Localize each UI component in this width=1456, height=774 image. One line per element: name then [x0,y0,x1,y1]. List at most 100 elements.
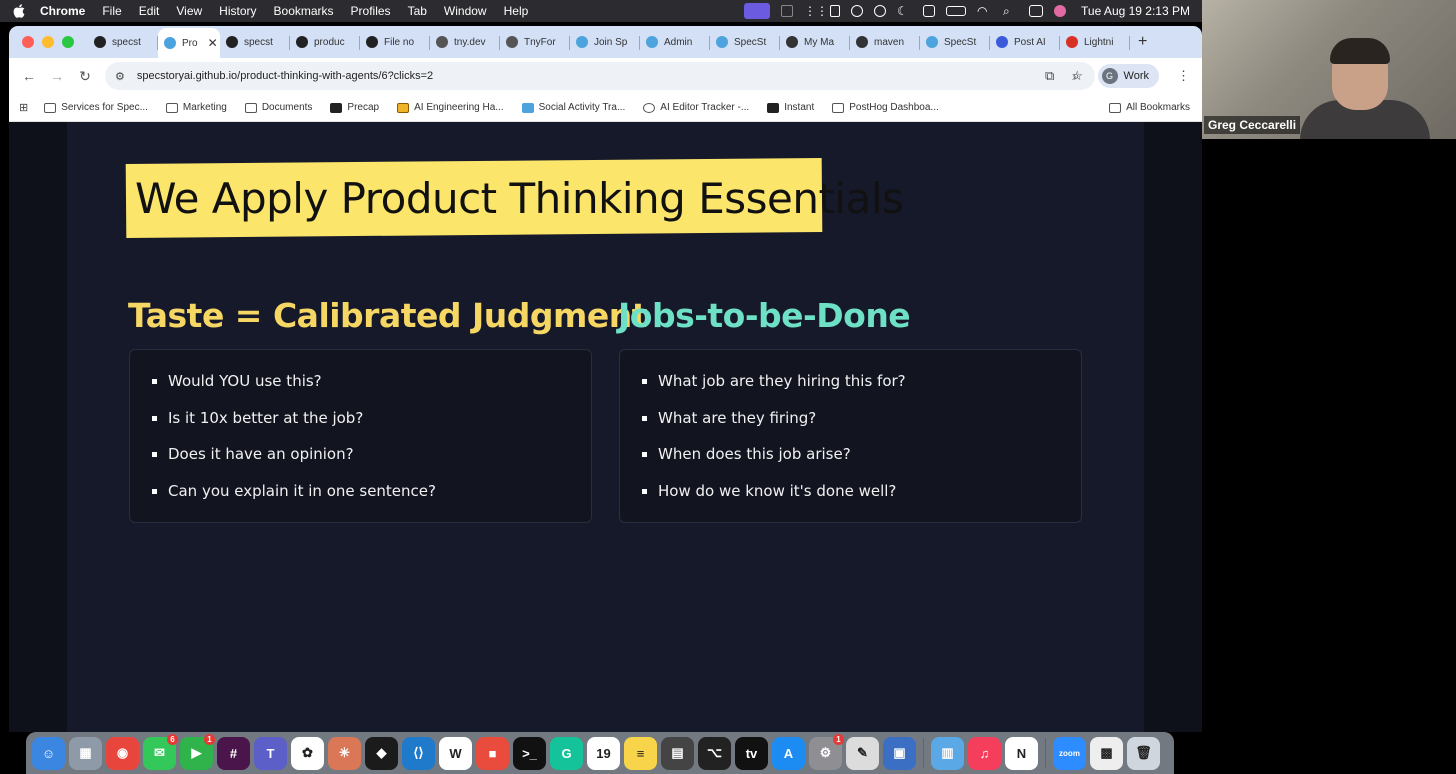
battery-icon[interactable] [946,6,967,16]
bookmark-item[interactable]: Precap [330,102,379,113]
screen-share-icon[interactable] [744,3,771,19]
grammarly-icon[interactable]: G [550,736,583,770]
books-icon[interactable]: ▥ [931,736,964,770]
bookmark-item[interactable]: AI Editor Tracker -... [643,102,749,113]
browser-tab[interactable]: My Ma [780,28,850,56]
browser-tab[interactable]: specst [220,28,290,56]
browser-tab[interactable]: maven [850,28,920,56]
music-icon[interactable]: ♫ [968,736,1001,770]
apple-icon[interactable] [12,4,26,18]
menu-history[interactable]: History [219,4,256,18]
screen-icon[interactable]: ▤ [661,736,694,770]
settings-icon[interactable]: ⚙ 1 [809,733,844,770]
new-tab-button[interactable]: + [1138,33,1147,51]
browser-tab[interactable]: Post AI [990,28,1060,56]
bookmark-item[interactable]: Services for Spec... [44,102,148,113]
extensions-icon[interactable]: ⧉ [1045,68,1054,84]
zoom-icon[interactable]: zoom [1053,736,1086,770]
menu-edit[interactable]: Edit [139,4,160,18]
url-text[interactable]: specstoryai.github.io/product-thinking-w… [137,70,433,82]
trash-icon[interactable]: 🗑 [1127,736,1160,770]
browser-tab[interactable]: File no [360,28,430,56]
tower-icon[interactable]: ⌥ [698,736,731,770]
control-center-icon[interactable] [1029,5,1044,17]
chatgpt-icon[interactable]: ✿ [291,736,324,770]
bookmark-item[interactable]: Social Activity Tra... [521,102,625,113]
forward-button[interactable]: → [43,68,71,84]
document-icon[interactable] [830,5,841,17]
menu-bookmarks[interactable]: Bookmarks [274,4,334,18]
tag-icon[interactable] [923,5,936,17]
bookmark-item[interactable]: Marketing [165,102,227,113]
status-icon[interactable] [781,5,794,17]
openai-icon[interactable] [851,5,864,17]
time-machine-icon[interactable] [874,5,887,17]
wifi-icon[interactable]: ◠ [977,5,992,17]
appletv-icon[interactable]: tv [735,736,768,770]
dock-glyph: T [266,745,275,761]
tab-title: maven [874,36,905,48]
notion-icon[interactable]: N [1005,736,1038,770]
browser-tab[interactable]: SpecSt [710,28,780,56]
menu-app-name[interactable]: Chrome [40,4,85,18]
browser-tab[interactable]: Admin [640,28,710,56]
appstore-icon[interactable]: A [772,736,805,770]
all-bookmarks-button[interactable]: All Bookmarks [1109,102,1190,113]
address-bar[interactable]: ⚙ specstoryai.github.io/product-thinking… [105,62,1095,90]
notes-icon[interactable]: ≡ [624,736,657,770]
bookmark-item[interactable]: Instant [767,102,814,113]
browser-tab[interactable]: Lightni [1060,28,1130,56]
reload-button[interactable]: ↻ [71,68,99,85]
close-window-button[interactable] [22,36,34,48]
windsurf-icon[interactable]: W [439,736,472,770]
browser-tab[interactable]: specst [88,28,158,56]
site-info-icon[interactable]: ⚙ [115,70,125,83]
grid-icon[interactable]: ⋮⋮ [804,5,828,17]
minimize-window-button[interactable] [42,36,54,48]
menu-file[interactable]: File [102,4,121,18]
bookmark-item[interactable]: PostHog Dashboa... [832,102,939,113]
close-tab-icon[interactable]: ✕ [208,36,218,50]
finder-icon[interactable]: ☺ [32,736,65,770]
profile-button[interactable]: G Work [1097,64,1159,88]
vscode-icon[interactable]: ⟨⟩ [402,736,435,770]
browser-tab[interactable]: SpecSt [920,28,990,56]
slack-icon[interactable]: # [217,736,250,770]
claude-icon[interactable]: ✳ [328,736,361,770]
tab-title: Admin [664,36,693,48]
bookmark-item[interactable]: AI Engineering Ha... [397,102,504,113]
browser-tab[interactable]: tny.dev [430,28,500,56]
chrome-icon[interactable]: ◉ [106,736,139,770]
browser-tab[interactable]: Pro ✕ [158,28,220,58]
menu-clock[interactable]: Tue Aug 19 2:13 PM [1081,4,1190,18]
browser-tab[interactable]: TnyFor [500,28,570,56]
menu-help[interactable]: Help [504,4,529,18]
messages-icon[interactable]: ✉ 6 [143,733,178,770]
more-menu-icon[interactable]: ⋮ [1177,68,1190,84]
teams-icon[interactable]: T [254,736,287,770]
facetime-icon[interactable]: ▶ 1 [180,733,215,770]
dock-glyph: N [1016,745,1027,761]
notes-red-icon[interactable]: ■ [476,736,509,770]
moon-icon[interactable]: ☾ [897,5,912,17]
tab-search-icon[interactable]: ⌕ [1072,68,1079,84]
pencil-icon[interactable]: ✎ [846,736,879,770]
preview-icon[interactable]: ▣ [883,736,916,770]
menu-profiles[interactable]: Profiles [351,4,391,18]
siri-icon[interactable] [1054,5,1067,17]
search-icon[interactable]: ⌕ [1003,5,1018,17]
browser-tab[interactable]: produc [290,28,360,56]
cursor-icon[interactable]: ◆ [365,736,398,770]
menu-tab[interactable]: Tab [408,4,427,18]
menu-view[interactable]: View [176,4,202,18]
calendar-icon[interactable]: 19 [587,736,620,770]
menu-window[interactable]: Window [444,4,487,18]
terminal-icon[interactable]: >_ [513,736,546,770]
back-button[interactable]: ← [15,68,43,84]
browser-tab[interactable]: Join Sp [570,28,640,56]
apps-grid-icon[interactable]: ⊞ [19,101,28,114]
bookmark-item[interactable]: Documents [244,102,312,113]
launchpad-icon[interactable]: ▦ [69,736,102,770]
qr-icon[interactable]: ▩ [1090,736,1123,770]
zoom-window-button[interactable] [62,36,74,48]
